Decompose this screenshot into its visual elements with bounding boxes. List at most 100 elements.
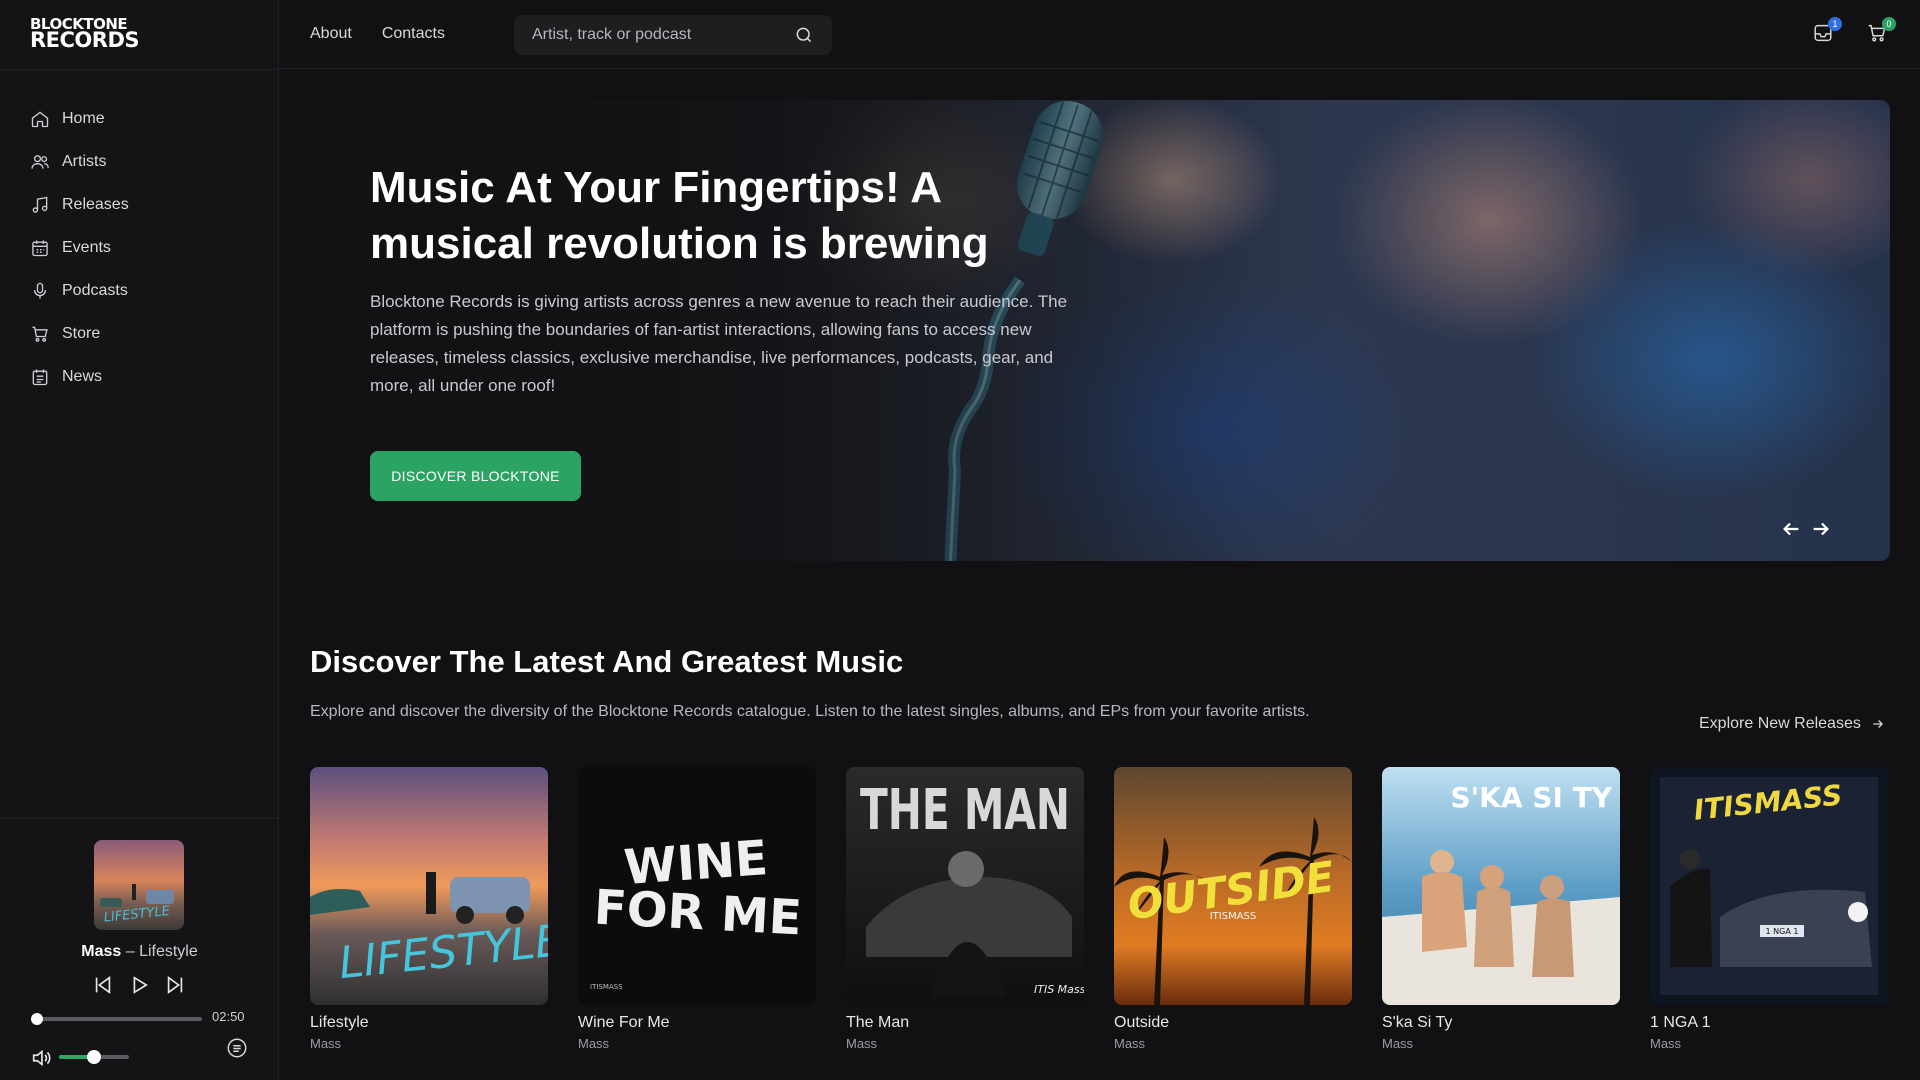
release-card[interactable]: WINE FOR ME ITISMASS Wine For Me Mass xyxy=(578,767,816,1051)
sidebar-item-label: Artists xyxy=(62,152,107,170)
search-button[interactable] xyxy=(794,25,814,45)
mini-player: LIFESTYLE Mass – Lifestyle 02:50 xyxy=(0,818,279,1080)
sidebar: BLOCKTONE RECORDS Home Artists Releases … xyxy=(0,0,279,1080)
release-title[interactable]: Lifestyle xyxy=(310,1014,548,1032)
release-cover[interactable]: LIFESTYLE xyxy=(310,767,548,1005)
sidebar-item-label: Events xyxy=(62,238,111,256)
search-input[interactable] xyxy=(532,26,782,44)
sidebar-item-home[interactable]: Home xyxy=(30,97,250,140)
cover-small-text: ITIS Mass xyxy=(1034,983,1084,996)
release-card[interactable]: LIFESTYLE Lifestyle Mass xyxy=(310,767,548,1051)
previous-button[interactable] xyxy=(92,974,114,996)
release-title[interactable]: Wine For Me xyxy=(578,1014,816,1032)
arrow-left-icon xyxy=(1783,522,1799,536)
mute-button[interactable] xyxy=(30,1047,52,1069)
sidebar-item-events[interactable]: Events xyxy=(30,226,250,269)
explore-releases-label: Explore New Releases xyxy=(1699,715,1861,732)
next-button[interactable] xyxy=(164,974,186,996)
player-separator: – xyxy=(121,943,140,960)
cart-icon xyxy=(32,326,48,342)
section-subtitle: Explore and discover the diversity of th… xyxy=(310,703,1310,720)
player-album-art[interactable]: LIFESTYLE xyxy=(94,840,184,930)
brand-line2: RECORDS xyxy=(30,28,140,53)
cart-count-badge: 0 xyxy=(1882,17,1896,31)
progress-knob[interactable] xyxy=(31,1013,43,1025)
play-icon xyxy=(133,976,148,994)
microphone-icon xyxy=(33,282,47,298)
sidebar-item-releases[interactable]: Releases xyxy=(30,183,250,226)
release-title[interactable]: 1 NGA 1 xyxy=(1650,1014,1888,1032)
music-note-icon xyxy=(32,196,48,213)
sidebar-item-news[interactable]: News xyxy=(30,355,250,398)
discover-button[interactable]: DISCOVER BLOCKTONE xyxy=(370,451,581,501)
volume-slider[interactable] xyxy=(59,1050,129,1064)
release-cover[interactable]: WINE FOR ME ITISMASS xyxy=(578,767,816,1005)
cover-text: S'KA SI TY xyxy=(1450,781,1612,814)
cart-button[interactable]: 0 xyxy=(1866,17,1896,46)
svg-text:FOR ME: FOR ME xyxy=(593,880,803,947)
arrow-right-icon xyxy=(1813,522,1829,536)
hero-description: Blocktone Records is giving artists acro… xyxy=(370,292,1068,395)
previous-slide-button[interactable] xyxy=(1780,518,1802,540)
cover-small-text: 1 NGA 1 xyxy=(1766,927,1799,936)
top-header: About Contacts 1 0 xyxy=(279,0,1920,69)
release-card[interactable]: OUTSIDE ITISMASS Outside Mass xyxy=(1114,767,1352,1051)
sidebar-item-label: Store xyxy=(62,324,101,342)
progress-slider[interactable] xyxy=(31,1013,202,1025)
release-artist[interactable]: Mass xyxy=(846,1036,1084,1051)
release-card[interactable]: 1 NGA 1 ITISMASS 1 NGA 1 Mass xyxy=(1650,767,1888,1051)
next-slide-button[interactable] xyxy=(1810,518,1832,540)
hero-carousel-controls xyxy=(1780,518,1832,540)
player-artist[interactable]: Mass xyxy=(81,943,121,960)
sidebar-item-label: Releases xyxy=(62,195,129,213)
sidebar-divider xyxy=(0,69,279,70)
play-button[interactable] xyxy=(128,974,150,996)
release-card[interactable]: THE MAN ITIS Mass The Man Mass xyxy=(846,767,1084,1051)
release-card[interactable]: S'KA SI TY S'ka Si Ty Mass xyxy=(1382,767,1620,1051)
release-grid: LIFESTYLE Lifestyle Mass WINE FOR ME ITI… xyxy=(310,767,1888,1051)
release-title[interactable]: S'ka Si Ty xyxy=(1382,1014,1620,1032)
cover-small-text: ITISMASS xyxy=(1210,911,1257,922)
release-title[interactable]: The Man xyxy=(846,1014,1084,1032)
top-nav: About Contacts xyxy=(310,25,445,43)
calendar-icon xyxy=(32,240,48,256)
cover-text: THE MAN xyxy=(860,778,1070,843)
hero-banner: Music At Your Fingertips! A musical revo… xyxy=(310,100,1890,561)
sidebar-item-store[interactable]: Store xyxy=(30,312,250,355)
inbox-button[interactable]: 1 xyxy=(1812,17,1842,46)
home-icon xyxy=(31,110,49,127)
sidebar-item-label: Podcasts xyxy=(62,281,128,299)
app-root: BLOCKTONE RECORDS Home Artists Releases … xyxy=(0,0,1920,1080)
explore-releases-link[interactable]: Explore New Releases xyxy=(1699,715,1885,733)
volume-icon xyxy=(32,1049,51,1067)
newspaper-icon xyxy=(32,369,48,385)
queue-list-icon xyxy=(227,1038,247,1058)
nav-link-contacts[interactable]: Contacts xyxy=(382,25,445,43)
player-track[interactable]: Lifestyle xyxy=(139,943,198,960)
release-artist[interactable]: Mass xyxy=(1114,1036,1352,1051)
release-artist[interactable]: Mass xyxy=(310,1036,548,1051)
release-title[interactable]: Outside xyxy=(1114,1014,1352,1032)
sidebar-item-artists[interactable]: Artists xyxy=(30,140,250,183)
player-now-playing: Mass – Lifestyle xyxy=(0,943,279,961)
arrow-right-icon xyxy=(1873,720,1883,728)
release-artist[interactable]: Mass xyxy=(1382,1036,1620,1051)
cover-small-text: ITISMASS xyxy=(590,983,623,991)
sidebar-nav: Home Artists Releases Events Podcasts St… xyxy=(30,97,250,398)
brand-logo[interactable]: BLOCKTONE RECORDS xyxy=(30,16,140,53)
player-controls xyxy=(92,974,186,996)
release-artist[interactable]: Mass xyxy=(578,1036,816,1051)
sidebar-item-podcasts[interactable]: Podcasts xyxy=(30,269,250,312)
queue-button[interactable] xyxy=(226,1037,250,1061)
release-artist[interactable]: Mass xyxy=(1650,1036,1888,1051)
release-cover[interactable]: THE MAN ITIS Mass xyxy=(846,767,1084,1005)
release-cover[interactable]: S'KA SI TY xyxy=(1382,767,1620,1005)
sidebar-item-label: News xyxy=(62,367,103,385)
volume-knob[interactable] xyxy=(87,1050,101,1064)
nav-link-about[interactable]: About xyxy=(310,25,352,43)
section-title: Discover The Latest And Greatest Music xyxy=(310,644,904,679)
search-box xyxy=(514,15,832,55)
sidebar-item-label: Home xyxy=(62,109,105,127)
release-cover[interactable]: OUTSIDE ITISMASS xyxy=(1114,767,1352,1005)
release-cover[interactable]: 1 NGA 1 ITISMASS xyxy=(1650,767,1888,1005)
